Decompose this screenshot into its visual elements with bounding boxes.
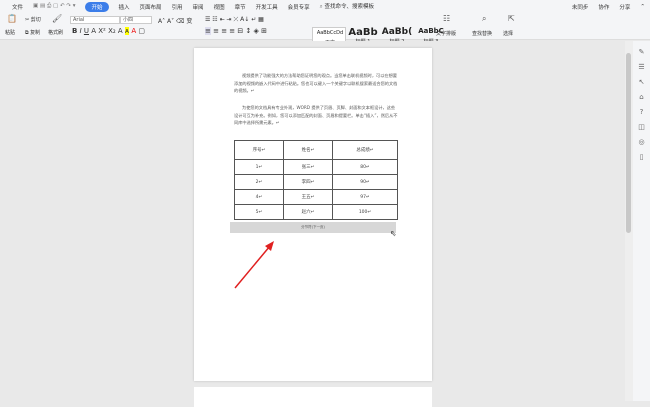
font-size-buttons[interactable]: A˄ A˅ ⌫ 变	[158, 16, 192, 25]
tab-view[interactable]: 视图	[214, 3, 225, 11]
paragraph-2[interactable]: 为使您的文档具有专业外观，WORD 提供了页眉、页脚、封面和文本框设计，这些设计…	[234, 104, 399, 127]
vertical-scrollbar[interactable]	[625, 41, 633, 401]
tab-member[interactable]: 会员专享	[288, 3, 310, 11]
quick-access-icons[interactable]: ▣ ▤ ⎙ ▢ ↶ ↷ ▾	[33, 3, 75, 10]
style-sample: AaBb	[348, 27, 378, 38]
document-page-2[interactable]	[194, 387, 432, 407]
style-sample: AaBbCcDd	[316, 30, 344, 36]
layers-icon[interactable]: ◫	[633, 123, 650, 131]
menu-file[interactable]: 文件	[12, 3, 23, 11]
adjust-icon[interactable]: ☰	[633, 63, 650, 71]
table-cell[interactable]: 张三↵	[283, 159, 333, 175]
ribbon-toolbar: 📋 粘贴 ✂ 剪切 ⧉ 复制 🖌 格式刷 Arial 小四 A˄ A˅ ⌫ 变 …	[0, 13, 650, 47]
font-select[interactable]: Arial	[70, 16, 120, 24]
copy-button[interactable]: ⧉ 复制	[25, 29, 40, 36]
table-row: 5↵ 赵六↵ 100↵	[234, 204, 398, 220]
collapse-icon[interactable]: ⌃	[640, 4, 645, 10]
align-buttons[interactable]: ≡ ≡ ≡ ≡ ⊟ ↕ ◈ ⊞	[205, 27, 267, 35]
format-painter-button[interactable]: 格式刷	[48, 29, 63, 36]
clip-icon[interactable]: ⌂	[633, 93, 650, 101]
style-sample: AaBb(	[381, 27, 413, 37]
format-painter-icon[interactable]: 🖌	[52, 14, 62, 23]
paste-icon[interactable]: 📋	[7, 14, 17, 23]
table-cell[interactable]: 5↵	[234, 204, 284, 220]
format-buttons[interactable]: B I U A X² X₂ A ᴀ A ▢	[72, 27, 145, 35]
select-button[interactable]: 选择	[503, 30, 513, 37]
tab-insert[interactable]: 插入	[119, 3, 130, 11]
table-row: 2↵ 李四↵ 90↵	[234, 174, 398, 190]
table-cell[interactable]: 赵六↵	[283, 204, 333, 220]
text-layout-icon[interactable]: ☷	[443, 14, 450, 23]
tab-layout[interactable]: 页面布局	[140, 3, 162, 11]
sync-button[interactable]: 未同步	[572, 3, 589, 11]
location-icon[interactable]: ◎	[633, 138, 650, 146]
cut-label: 剪切	[30, 17, 41, 23]
pen-icon[interactable]: ✎	[633, 48, 650, 56]
table-cell[interactable]: 王五↵	[283, 189, 333, 205]
search-placeholder: 查找命令、搜索模板	[324, 4, 374, 10]
table-header[interactable]: 总成绩↵	[332, 140, 398, 160]
red-arrow-annotation	[234, 241, 274, 289]
find-icon[interactable]: ⌕	[482, 14, 486, 24]
score-table[interactable]: 序号↵ 姓名↵ 总成绩↵ 1↵ 张三↵ 80↵ 2↵ 李四↵ 90↵ 4↵ 王五↵ 97↵ 5↵…	[234, 140, 398, 220]
paste-button[interactable]: 粘贴	[5, 29, 15, 36]
panel-icon[interactable]: ▯	[633, 153, 650, 161]
cursor-icon[interactable]: ↖	[633, 78, 650, 86]
find-replace-button[interactable]: 查找替换	[472, 30, 492, 37]
table-cell[interactable]: 100↵	[332, 204, 398, 220]
table-cell[interactable]: 2↵	[234, 174, 284, 190]
paragraph-1[interactable]: 视频提供了功能强大的方法帮助您证明您的观点。当您单击联机视频时，可以在想要添加的…	[234, 72, 399, 95]
tab-review[interactable]: 审阅	[193, 3, 204, 11]
paragraph-buttons[interactable]: ☰ ☷ ⇤ ⇥ ⤫ A↓ ↵ ▦	[205, 16, 264, 24]
mouse-cursor-icon: ⇖	[390, 229, 397, 238]
table-header[interactable]: 姓名↵	[283, 140, 333, 160]
table-cell[interactable]: 80↵	[332, 159, 398, 175]
document-page[interactable]: 视频提供了功能强大的方法帮助您证明您的观点。当您单击联机视频时，可以在想要添加的…	[194, 48, 432, 381]
search-input[interactable]: ⌕ 查找命令、搜索模板	[320, 2, 374, 11]
menu-bar: 文件 ▣ ▤ ⎙ ▢ ↶ ↷ ▾ 开始 插入 页面布局 引用 审阅 视图 章节 …	[0, 0, 650, 13]
section-break[interactable]: 分节符(下一页)	[230, 222, 396, 233]
help-icon[interactable]: ?	[633, 108, 650, 116]
cut-button[interactable]: ✂ 剪切	[25, 16, 41, 23]
font-size-select[interactable]: 小四	[120, 16, 152, 24]
tab-references[interactable]: 引用	[172, 3, 183, 11]
share-button[interactable]: 分享	[619, 3, 630, 11]
tab-home[interactable]: 开始	[85, 1, 109, 12]
table-header-row: 序号↵ 姓名↵ 总成绩↵	[234, 140, 398, 160]
table-row: 4↵ 王五↵ 97↵	[234, 189, 398, 205]
select-cursor-icon[interactable]: ⇱	[508, 14, 515, 23]
tab-developer[interactable]: 开发工具	[256, 3, 278, 11]
table-cell[interactable]: 1↵	[234, 159, 284, 175]
table-cell[interactable]: 4↵	[234, 189, 284, 205]
table-cell[interactable]: 90↵	[332, 174, 398, 190]
table-cell[interactable]: 李四↵	[283, 174, 333, 190]
tab-section[interactable]: 章节	[235, 3, 246, 11]
table-header[interactable]: 序号↵	[234, 140, 284, 160]
table-row: 1↵ 张三↵ 80↵	[234, 159, 398, 175]
collab-button[interactable]: 协作	[598, 3, 609, 11]
table-cell[interactable]: 97↵	[332, 189, 398, 205]
right-sidebar: ✎ ☰ ↖ ⌂ ? ◫ ◎ ▯	[633, 41, 650, 401]
text-layout-button[interactable]: 文字排版	[436, 30, 456, 37]
scroll-thumb[interactable]	[626, 53, 631, 233]
copy-label: 复制	[30, 30, 41, 36]
